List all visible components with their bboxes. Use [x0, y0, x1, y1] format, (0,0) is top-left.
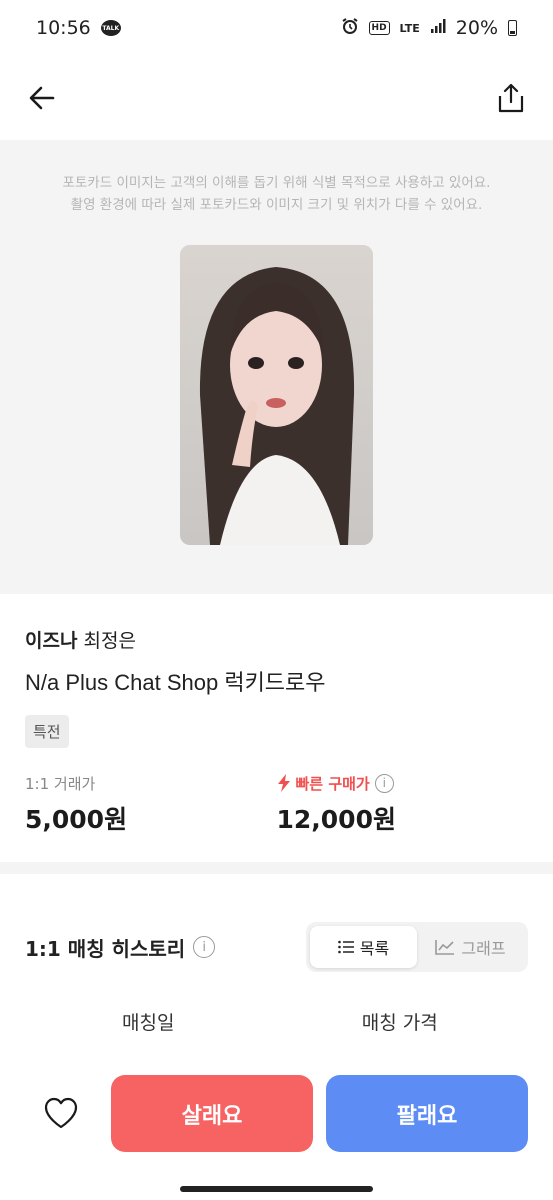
kakaotalk-icon: TALK	[100, 20, 121, 36]
status-left: 10:56 TALK	[36, 17, 121, 39]
history-title-row: 1:1 매칭 히스토리 i	[25, 933, 216, 962]
home-indicator[interactable]	[180, 1186, 373, 1192]
battery-icon	[508, 20, 517, 36]
status-right: HD LTE 20%	[341, 17, 517, 40]
lightning-icon	[277, 774, 290, 792]
artist-line: 이즈나 최정은	[25, 626, 528, 653]
history-info-icon[interactable]: i	[193, 936, 216, 958]
notice-line-1: 포토카드 이미지는 고객의 이해를 돕기 위해 식별 목적으로 사용하고 있어요…	[62, 175, 491, 191]
like-button[interactable]	[42, 1094, 80, 1132]
toggle-graph-label: 그래프	[461, 939, 506, 958]
category-tag: 특전	[25, 715, 69, 748]
buy-button[interactable]: 살래요	[111, 1075, 313, 1152]
battery-percent: 20%	[455, 17, 498, 39]
history-table-header: 매칭일 매칭 가격	[0, 1008, 553, 1035]
toggle-graph[interactable]: 그래프	[417, 926, 524, 968]
fast-price-block: 빠른 구매가 i 12,000원	[277, 772, 529, 836]
trade-price-value: 5,000원	[25, 805, 128, 834]
toggle-list-label: 목록	[359, 939, 390, 958]
alarm-icon	[341, 17, 359, 40]
share-icon	[498, 83, 524, 113]
sell-button[interactable]: 팔래요	[326, 1075, 528, 1152]
share-button[interactable]	[495, 82, 527, 114]
line-chart-icon	[435, 940, 455, 955]
price-row: 1:1 거래가 5,000원 빠른 구매가 i 12,000원	[25, 772, 528, 836]
info-icon[interactable]: i	[374, 773, 394, 793]
product-info: 이즈나 최정은 N/a Plus Chat Shop 럭키드로우 특전 1:1 …	[0, 594, 553, 862]
product-title: N/a Plus Chat Shop 럭키드로우	[25, 670, 326, 695]
member-name[interactable]: 최정은	[84, 630, 136, 652]
trade-price-block: 1:1 거래가 5,000원	[25, 772, 277, 836]
image-notice: 포토카드 이미지는 고객의 이해를 돕기 위해 식별 목적으로 사용하고 있어요…	[0, 172, 553, 216]
list-icon	[337, 940, 354, 954]
app-header	[0, 56, 553, 140]
network-type: LTE	[399, 21, 420, 35]
group-name[interactable]: 이즈나	[25, 630, 77, 652]
status-bar: 10:56 TALK HD LTE 20%	[0, 0, 553, 56]
signal-icon	[430, 17, 446, 39]
col-header-price: 매칭 가격	[361, 1012, 438, 1034]
fast-price-label-row: 빠른 구매가 i	[277, 772, 529, 794]
history-title: 1:1 매칭 히스토리	[25, 936, 186, 961]
history-header: 1:1 매칭 히스토리 i 목록 그래프	[25, 922, 528, 972]
section-divider	[0, 862, 553, 874]
photocard-image-section: 포토카드 이미지는 고객의 이해를 돕기 위해 식별 목적으로 사용하고 있어요…	[0, 140, 553, 594]
view-toggle: 목록 그래프	[306, 922, 528, 972]
photocard-illustration	[180, 245, 373, 545]
back-button[interactable]	[26, 82, 58, 114]
bottom-action-bar: 살래요 팔래요	[0, 1062, 553, 1200]
hd-voice-icon: HD	[368, 21, 390, 35]
matching-history: 1:1 매칭 히스토리 i 목록 그래프 매칭일 매칭 가격	[0, 874, 553, 1074]
toggle-list[interactable]: 목록	[310, 926, 417, 968]
col-header-date: 매칭일	[122, 1012, 175, 1034]
fast-price-value: 12,000원	[276, 805, 396, 834]
photocard-image[interactable]	[180, 245, 373, 545]
arrow-left-icon	[29, 86, 55, 110]
heart-icon	[44, 1097, 78, 1129]
notice-line-2: 촬영 환경에 따라 실제 포토카드와 이미지 크기 및 위치가 다를 수 있어요…	[70, 197, 483, 213]
trade-price-label: 1:1 거래가	[25, 774, 96, 793]
status-time: 10:56	[36, 17, 91, 39]
fast-price-label: 빠른 구매가	[295, 774, 370, 793]
